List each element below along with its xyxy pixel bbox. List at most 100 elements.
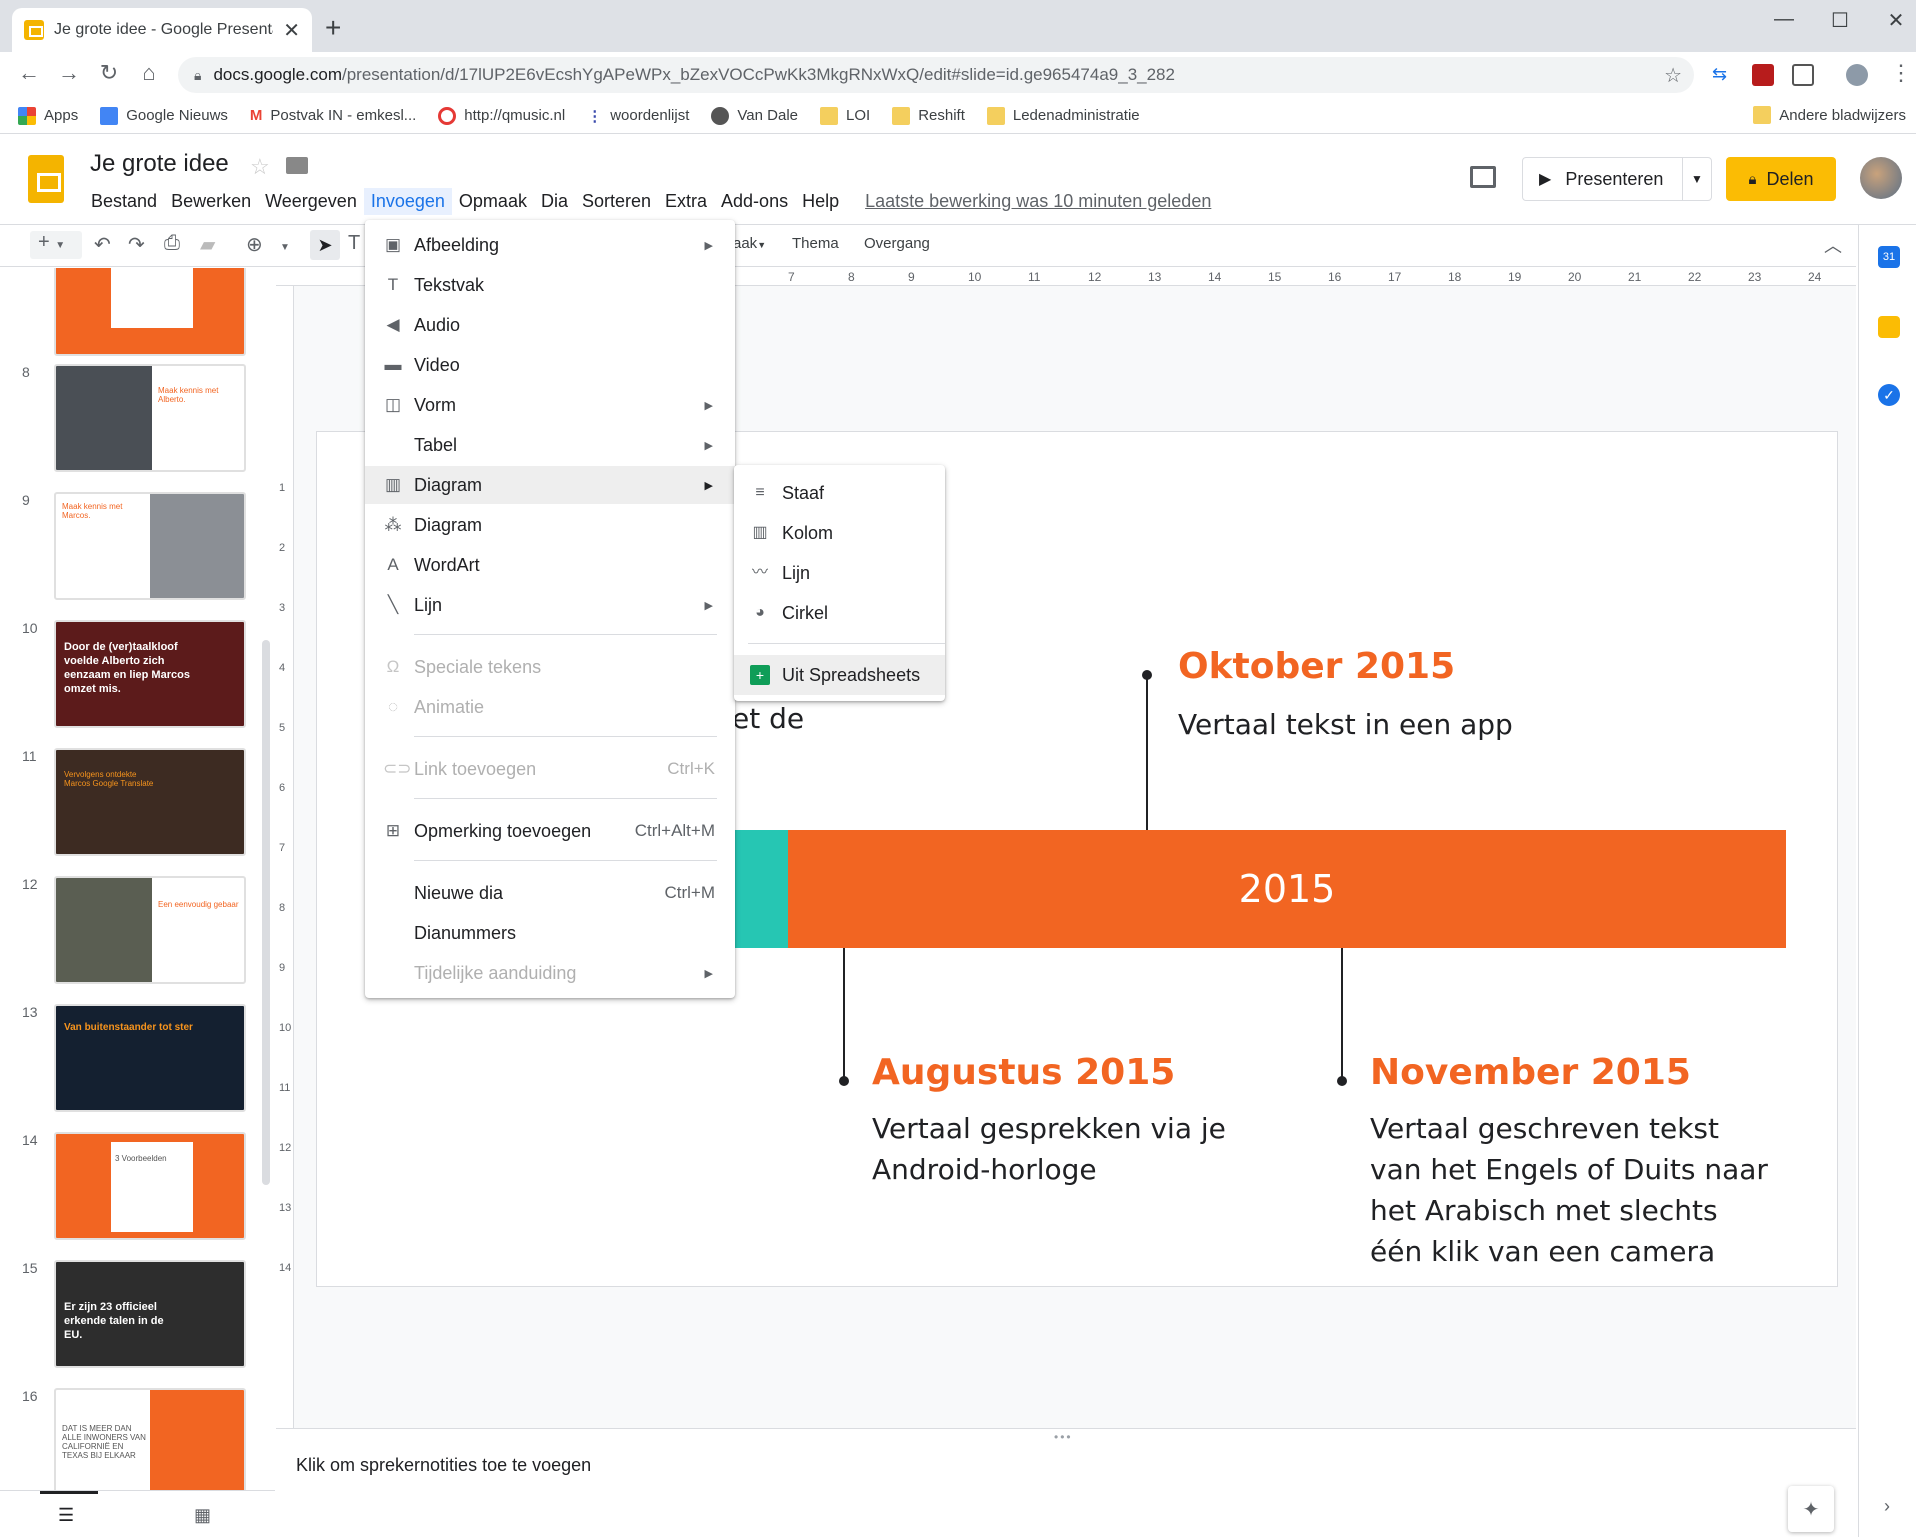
menu-item-audio[interactable]: ◀ Audio [365,306,735,344]
speaker-notes-panel[interactable] [276,1428,1856,1537]
menu-invoegen[interactable]: Invoegen [363,188,452,215]
slide-thumbnail-15[interactable]: Er zijn 23 officieel erkende talen in de… [54,1260,246,1368]
menu-weergeven[interactable]: Weergeven [258,188,364,215]
slide-thumbnail-9[interactable]: Maak kennis met Marcos. [54,492,246,600]
zoom-dropdown-icon[interactable]: ▼ [280,242,290,253]
submenu-item-uit-spreadsheets[interactable]: + Uit Spreadsheets [734,655,945,695]
last-edit-link[interactable]: Laatste bewerking was 10 minuten geleden [858,188,1218,215]
new-tab-icon[interactable]: + [325,12,341,44]
slide-thumbnail-7[interactable] [54,268,246,356]
filmstrip-view-icon[interactable]: ☰ [58,1505,74,1526]
share-button[interactable]: 🔒︎ Delen [1726,157,1836,201]
document-title[interactable]: Je grote idee [90,150,229,178]
menu-item-nieuwe-dia[interactable]: Nieuwe dia Ctrl+M [365,874,735,912]
theme-button[interactable]: Thema [792,235,839,252]
bookmark-google-nieuws[interactable]: Google Nieuws [100,106,228,125]
present-button[interactable]: ▶ Presenteren ▼ [1522,157,1712,201]
paint-format-icon[interactable]: ▰ [200,232,215,257]
partial-slide-text[interactable]: et de [732,702,804,735]
address-bar[interactable]: 🔒︎ docs.google.com/presentation/d/17lUP2… [178,57,1694,93]
reload-icon[interactable]: ↻ [94,60,124,86]
slide-thumbnail-12[interactable]: Een eenvoudig gebaar [54,876,246,984]
menu-item-diagram[interactable]: ⁂ Diagram [365,506,735,544]
bookmark-loi[interactable]: LOI [820,106,870,125]
print-icon[interactable]: ⎙ [164,232,180,255]
event-heading-oktober[interactable]: Oktober 2015 [1178,646,1455,687]
event-heading-augustus[interactable]: Augustus 2015 [872,1052,1175,1093]
bookmark-qmusic[interactable]: http://qmusic.nl [438,106,565,125]
close-tab-icon[interactable]: ✕ [283,18,300,43]
comment-history-icon[interactable] [1470,166,1496,188]
menu-bewerken[interactable]: Bewerken [164,188,258,215]
menu-add-ons[interactable]: Add-ons [714,188,795,215]
bookmark-ledenadministratie[interactable]: Ledenadministratie [986,106,1140,125]
menu-dia[interactable]: Dia [534,188,575,215]
other-bookmarks[interactable]: Andere bladwijzers [1753,106,1906,124]
bookmark-star-icon[interactable]: ☆ [1664,63,1682,88]
submenu-item-kolom[interactable]: ▥ Kolom [734,513,945,553]
menu-item-diagram-chart[interactable]: ▥ Diagram ▶ [365,466,735,504]
slide-thumbnail-13[interactable]: Van buitenstaander tot ster [54,1004,246,1112]
slide-thumbnail-16[interactable]: DAT IS MEER DAN ALLE INWONERS VAN CALIFO… [54,1388,246,1493]
menu-item-tekstvak[interactable]: T Tekstvak [365,266,735,304]
slide-thumbnail-8[interactable]: Maak kennis met Alberto. [54,364,246,472]
menu-item-video[interactable]: ▬ Video [365,346,735,384]
bookmark-woordenlijst[interactable]: ⋮ woordenlijst [587,107,689,125]
keep-icon[interactable] [1878,316,1900,338]
submenu-item-staaf[interactable]: ≡ Staaf [734,473,945,513]
minimize-icon[interactable]: — [1764,8,1804,31]
menu-item-afbeelding[interactable]: ▣ Afbeelding ▶ [365,226,735,264]
undo-icon[interactable]: ↶ [94,232,111,257]
extension-arrows-icon[interactable]: ⇆ [1712,64,1734,86]
expand-side-panel-icon[interactable]: › [1884,1496,1890,1517]
submenu-item-cirkel[interactable]: ◕ Cirkel [734,593,945,633]
maximize-icon[interactable]: ☐ [1820,8,1860,33]
back-icon[interactable]: ← [14,60,44,86]
bookmark-van-dale[interactable]: Van Dale [711,106,798,125]
menu-item-vorm[interactable]: ◫ Vorm ▶ [365,386,735,424]
menu-item-wordart[interactable]: A WordArt [365,546,735,584]
tasks-icon[interactable]: ✓ [1878,384,1900,406]
home-icon[interactable]: ⌂ [134,60,164,86]
account-avatar[interactable] [1860,157,1902,199]
slide-thumbnail-11[interactable]: Vervolgens ontdekte Marcos Google Transl… [54,748,246,856]
menu-item-dianummers[interactable]: Dianummers [365,914,735,952]
menu-opmaak[interactable]: Opmaak [452,188,534,215]
redo-icon[interactable]: ↷ [128,232,145,257]
menu-extra[interactable]: Extra [658,188,714,215]
menu-item-opmerking-toevoegen[interactable]: ⊞ Opmerking toevoegen Ctrl+Alt+M [365,812,735,850]
acrobat-extension-icon[interactable] [1752,64,1774,86]
layout-button[interactable]: aak▼ [733,235,766,252]
speaker-notes-placeholder[interactable]: Klik om sprekernotities toe te voegen [296,1455,591,1476]
notes-resize-handle[interactable]: ••• [1054,1430,1073,1444]
filmstrip-scrollbar[interactable] [262,640,270,1185]
menu-bestand[interactable]: Bestand [84,188,164,215]
menu-item-lijn[interactable]: ╲ Lijn ▶ [365,586,735,624]
timeline-bar-2015[interactable]: 2015 [788,830,1786,948]
slides-logo-icon[interactable] [28,155,64,203]
event-text-oktober[interactable]: Vertaal tekst in een app [1178,704,1513,745]
slide-thumbnail-14[interactable]: 3 Voorbeelden [54,1132,246,1240]
star-icon[interactable]: ☆ [250,154,270,180]
menu-sorteren[interactable]: Sorteren [575,188,658,215]
browser-menu-icon[interactable]: ⋮ [1890,60,1912,86]
timeline-bar-teal[interactable] [732,830,788,948]
event-text-november[interactable]: Vertaal geschreven tekst van het Engels … [1370,1108,1768,1272]
bookmark-apps[interactable]: Apps [18,106,78,125]
event-heading-november[interactable]: November 2015 [1370,1052,1691,1093]
explore-icon[interactable]: ✦ [1788,1486,1834,1532]
forward-icon[interactable]: → [54,60,84,86]
present-dropdown-icon[interactable]: ▼ [1683,172,1711,186]
profile-avatar-icon[interactable] [1846,64,1868,86]
browser-tab[interactable]: Je grote idee - Google Presentati ✕ [12,8,312,52]
transition-button[interactable]: Overgang [864,235,930,252]
bookmark-postvak[interactable]: M Postvak IN - emkesl... [250,107,416,124]
bookmark-reshift[interactable]: Reshift [892,106,965,125]
close-window-icon[interactable]: ✕ [1876,8,1916,33]
new-slide-plus-icon[interactable]: + ▼ [30,231,82,259]
submenu-item-lijn[interactable]: 〰 Lijn [734,553,945,593]
event-text-augustus[interactable]: Vertaal gesprekken via je Android-horlog… [872,1108,1226,1190]
move-folder-icon[interactable] [286,157,308,174]
collapse-toolbar-icon[interactable]: ︿ [1824,232,1842,258]
gmail-extension-icon[interactable] [1792,64,1814,86]
